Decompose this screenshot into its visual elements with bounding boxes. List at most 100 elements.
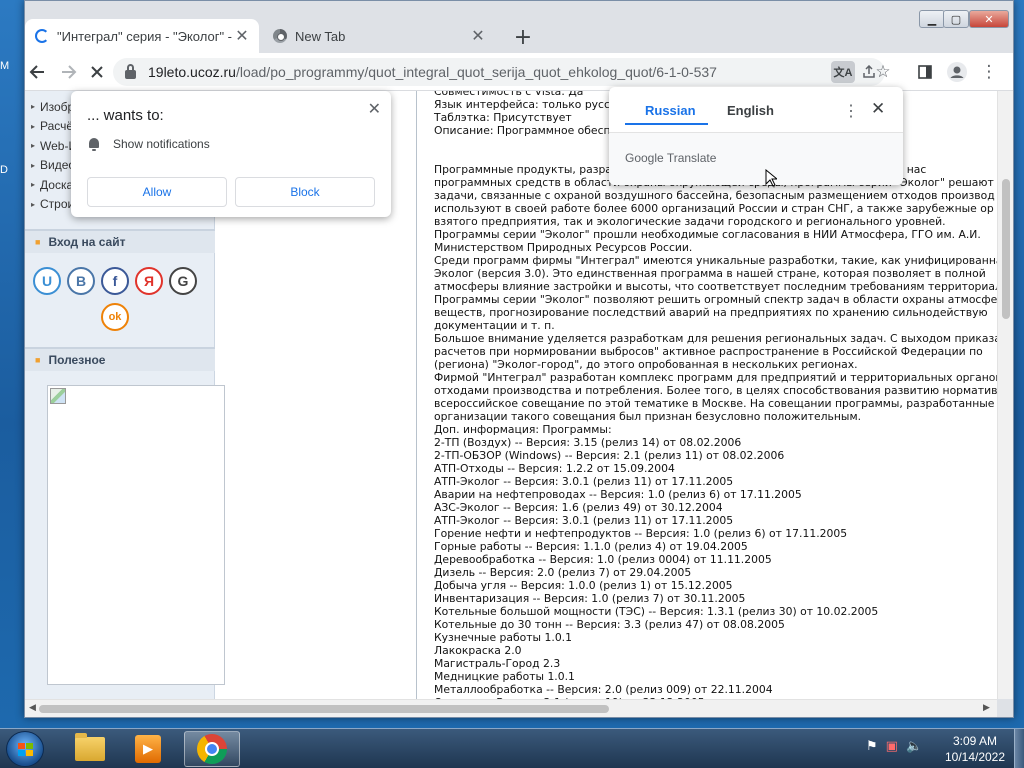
network-icon[interactable]: ▣: [886, 739, 898, 754]
text-line: Программы серии "Эколог" позволяют решит…: [434, 293, 997, 306]
profile-avatar-icon[interactable]: [945, 60, 969, 84]
bell-icon: [87, 137, 101, 151]
horizontal-scrollbar[interactable]: ◀ ▶: [25, 699, 997, 717]
yandex-login-icon[interactable]: Я: [135, 267, 163, 295]
minimize-button[interactable]: ▁: [919, 10, 945, 28]
menu-kebab-icon[interactable]: ⋮: [977, 60, 1001, 84]
start-button[interactable]: [6, 731, 44, 767]
brand-translate: Translate: [666, 151, 717, 165]
text-line: 2-ТП-ОБЗОР (Windows) -- Версия: 2.1 (рел…: [434, 449, 785, 462]
stop-loading-icon[interactable]: [85, 60, 109, 84]
tab-integral-ecolog[interactable]: "Интеграл" серия - "Эколог" - П ✕: [25, 19, 259, 53]
text-line: Деревообработка -- Версия: 1.0 (релиз 00…: [434, 553, 772, 566]
vk-login-icon[interactable]: B: [67, 267, 95, 295]
vertical-scrollbar[interactable]: [997, 91, 1013, 699]
text-line: Добыча угля -- Версия: 1.0.0 (релиз 1) о…: [434, 579, 733, 592]
text-line: Магистраль-Город 2.3: [434, 657, 561, 670]
text-line: задачи, связанные с охраной воздушного б…: [434, 189, 995, 202]
tab-title: New Tab: [295, 28, 346, 44]
system-tray: ⚑ ▣ 🔈: [866, 739, 922, 754]
text-line: взятого предприятия, так и экологические…: [434, 215, 946, 228]
taskbar-media-player[interactable]: ▶: [120, 731, 176, 767]
taskbar-chrome[interactable]: [184, 731, 240, 767]
tab-russian[interactable]: Russian: [645, 103, 696, 118]
maximize-button[interactable]: ▢: [943, 10, 969, 28]
brand-google: Google: [625, 151, 664, 165]
text-line: Программы серии "Эколог" прошли необходи…: [434, 228, 981, 241]
text-line: Фирмой "Интеграл" разработан комплекс пр…: [434, 371, 997, 384]
text-line: Эколог (версия 3.0). Это единственная пр…: [434, 267, 986, 280]
text-line: АТП-Эколог -- Версия: 3.0.1 (релиз 11) о…: [434, 475, 734, 488]
text-line: Большое внимание уделяется разработкам д…: [434, 332, 997, 345]
tab-close-icon[interactable]: ✕: [233, 27, 251, 45]
popup-title: ... wants to:: [87, 107, 164, 124]
scroll-right-icon[interactable]: ▶: [983, 703, 990, 713]
side-panel-icon[interactable]: [913, 60, 937, 84]
notification-permission-popup: ... wants to: ✕ Show notifications Allow…: [71, 91, 391, 217]
text-line: АТП-Эколог -- Версия: 3.0.1 (релиз 11) о…: [434, 514, 734, 527]
clock-date: 10/14/2022: [944, 750, 1006, 764]
facebook-login-icon[interactable]: f: [101, 267, 129, 295]
back-arrow-icon[interactable]: [25, 60, 49, 84]
tab-english[interactable]: English: [727, 103, 774, 118]
media-player-icon: ▶: [135, 735, 161, 763]
tab-close-icon[interactable]: ✕: [469, 27, 487, 45]
odnoklassniki-login-icon[interactable]: ok: [101, 303, 129, 331]
close-icon[interactable]: ✕: [871, 99, 885, 119]
active-tab-indicator: [625, 123, 708, 125]
text-line: Медницкие работы 1.0.1: [434, 670, 575, 683]
action-center-flag-icon[interactable]: ⚑: [866, 739, 878, 754]
system-clock[interactable]: 3:09 AM 10/14/2022: [940, 733, 1010, 765]
text-line: (региона) "Эколог-город", до этого опроб…: [434, 358, 858, 371]
taskbar: ▶ ⚑ ▣ 🔈 3:09 AM 10/14/2022: [0, 728, 1024, 768]
folder-icon: [75, 733, 105, 761]
desktop-icon-label: M: [0, 60, 10, 72]
text-line: документации и т. п.: [434, 319, 555, 332]
close-window-button[interactable]: ✕: [969, 10, 1009, 28]
useful-section-header: Полезное: [25, 347, 215, 371]
loading-spinner-icon: [35, 29, 49, 43]
text-line: Среди программ фирмы "Интеграл" имеются …: [434, 254, 997, 267]
text-line: АЗС-Эколог -- Версия: 1.6 (релиз 49) от …: [434, 501, 723, 514]
taskbar-explorer[interactable]: [62, 731, 118, 767]
scrollbar-thumb[interactable]: [1002, 179, 1010, 319]
url-path: /load/po_programmy/quot_integral_quot_se…: [235, 64, 717, 80]
windows-logo-icon: [18, 743, 34, 757]
text-line: расчетов при нормировании выбросов" акти…: [434, 345, 983, 358]
text-line: Дизель -- Версия: 2.0 (релиз 7) от 29.04…: [434, 566, 692, 579]
forward-arrow-icon[interactable]: [57, 60, 81, 84]
login-section-header: Вход на сайт: [25, 229, 215, 253]
options-kebab-icon[interactable]: ⋮: [843, 101, 859, 121]
scroll-left-icon[interactable]: ◀: [29, 703, 36, 713]
google-login-icon[interactable]: G: [169, 267, 197, 295]
text-line: веществ, прогнозирование последствий ава…: [434, 306, 988, 319]
text-line: Аварии на нефтепроводах -- Версия: 1.0 (…: [434, 488, 802, 501]
scrollbar-thumb[interactable]: [39, 705, 609, 713]
tab-new-tab[interactable]: New Tab ✕: [263, 19, 495, 53]
broken-image-icon: [47, 385, 225, 685]
lock-icon[interactable]: [125, 63, 136, 79]
chrome-icon: [197, 734, 227, 764]
text-line: всероссийское совещание по этой тематике…: [434, 397, 997, 410]
bookmark-star-icon[interactable]: ☆: [871, 60, 895, 84]
tab-title: "Интеграл" серия - "Эколог" - П: [57, 28, 233, 44]
text-line: Котельные большой мощности (ТЭС) -- Верс…: [434, 605, 879, 618]
allow-button[interactable]: Allow: [87, 177, 227, 207]
text-line: атмосферы влияние застройки и высоты, чт…: [434, 280, 997, 293]
text-line: Металлообработка -- Версия: 2.0 (релиз 0…: [434, 683, 773, 696]
permission-text: Show notifications: [113, 137, 210, 151]
text-line: Министерством Природных Ресурсов России.: [434, 241, 693, 254]
translate-icon[interactable]: 文A: [831, 61, 855, 83]
translate-footer: Google Translate: [609, 133, 903, 185]
translate-popup: Russian English ⋮ ✕ Google Translate: [609, 87, 903, 185]
address-bar[interactable]: 19leto.ucoz.ru/load/po_programmy/quot_in…: [113, 58, 885, 86]
close-icon[interactable]: ✕: [368, 99, 381, 119]
show-desktop-button[interactable]: [1014, 729, 1024, 768]
chrome-icon: [273, 29, 287, 43]
clock-time: 3:09 AM: [952, 734, 998, 748]
block-button[interactable]: Block: [235, 177, 375, 207]
new-tab-button[interactable]: +: [511, 25, 535, 50]
volume-icon[interactable]: 🔈: [906, 739, 922, 754]
ucoz-login-icon[interactable]: U: [33, 267, 61, 295]
text-line: Котельные до 30 тонн -- Версия: 3.3 (рел…: [434, 618, 785, 631]
